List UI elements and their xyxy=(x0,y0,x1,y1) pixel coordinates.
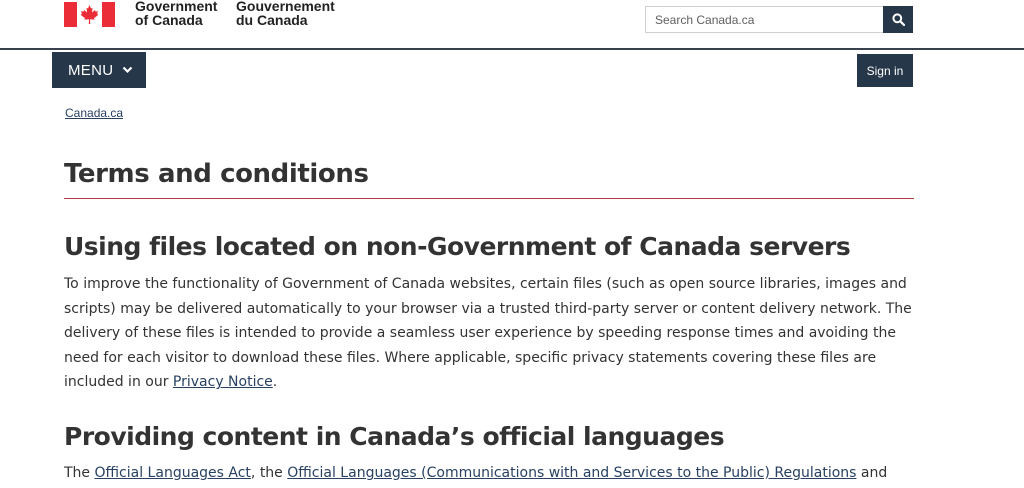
menu-label: MENU xyxy=(68,61,114,79)
paragraph-text-start: The xyxy=(64,465,95,481)
chevron-down-icon xyxy=(122,66,133,74)
paragraph-end: . xyxy=(272,374,278,391)
sign-in-button[interactable]: Sign in xyxy=(857,54,913,87)
paragraph-text-end: and xyxy=(856,465,888,481)
section-heading-non-gc-servers: Using files located on non-Government of… xyxy=(64,232,851,261)
paragraph-text-mid: , the xyxy=(250,465,288,481)
search-input[interactable] xyxy=(645,6,883,33)
menu-button[interactable]: MENU xyxy=(52,52,146,88)
signature-english[interactable]: Government of Canada xyxy=(135,0,217,27)
section-heading-official-languages: Providing content in Canada’s official l… xyxy=(64,422,725,451)
section-paragraph-official-languages: The Official Languages Act, the Official… xyxy=(64,461,914,486)
signature-fr-line2: du Canada xyxy=(236,12,308,28)
site-header: Government of Canada Gouvernement du Can… xyxy=(0,0,1024,50)
search-icon xyxy=(891,13,905,26)
search-button[interactable] xyxy=(883,6,913,33)
signature-french[interactable]: Gouvernement du Canada xyxy=(236,0,335,27)
signature-en-line2: of Canada xyxy=(135,12,203,28)
official-languages-act-link[interactable]: Official Languages Act xyxy=(95,465,251,481)
search-form xyxy=(645,6,913,33)
section-paragraph-non-gc-servers: To improve the functionality of Governme… xyxy=(64,272,914,395)
privacy-notice-link[interactable]: Privacy Notice xyxy=(173,374,273,390)
page-title: Terms and conditions xyxy=(64,158,914,199)
official-languages-regulations-link[interactable]: Official Languages (Communications with … xyxy=(287,465,856,481)
breadcrumb-canada-link[interactable]: Canada.ca xyxy=(65,106,123,120)
canada-flag-icon xyxy=(64,2,115,27)
sign-in-label: Sign in xyxy=(866,63,904,78)
